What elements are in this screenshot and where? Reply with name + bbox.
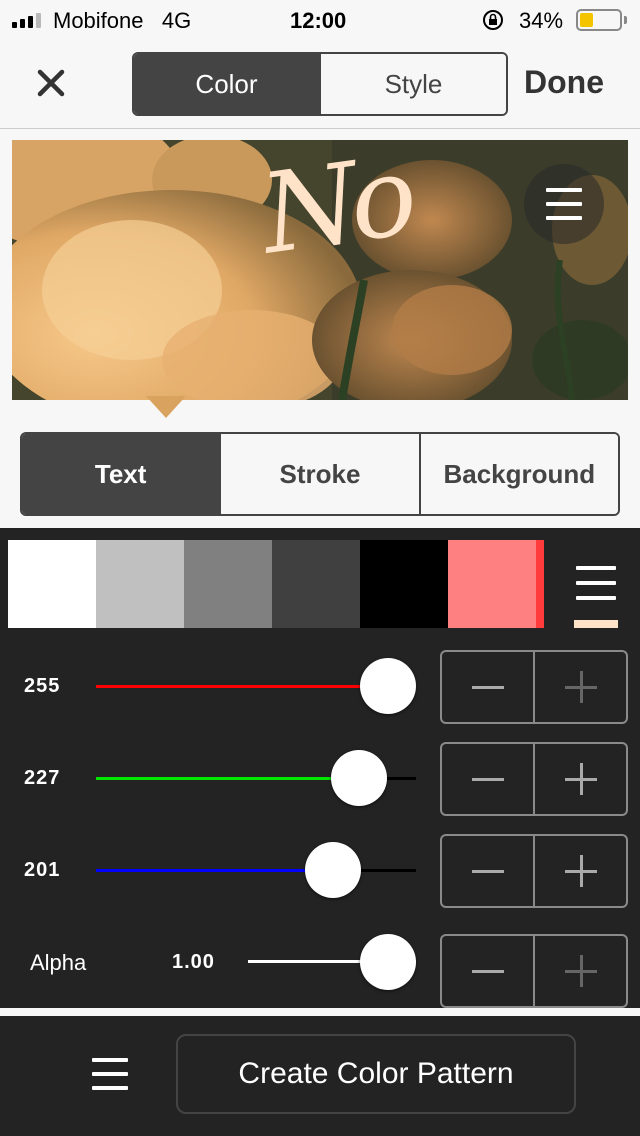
- color-swatch[interactable]: [360, 540, 448, 628]
- current-color-indicator: [574, 620, 618, 628]
- create-color-pattern-button[interactable]: Create Color Pattern: [176, 1034, 576, 1114]
- tab-text[interactable]: Text: [22, 434, 220, 514]
- rotation-lock-icon: [483, 10, 503, 30]
- tab-background[interactable]: Background: [418, 434, 618, 514]
- alpha-increment-button[interactable]: [533, 936, 626, 1006]
- network-label: 4G: [161, 8, 192, 33]
- blue-value: 201: [24, 859, 61, 881]
- battery-percent: 34%: [519, 8, 564, 33]
- green-increment-button[interactable]: [533, 744, 626, 814]
- green-slider-knob[interactable]: [330, 750, 387, 806]
- blue-stepper: [440, 834, 628, 908]
- tab-stroke[interactable]: Stroke: [219, 434, 419, 514]
- mode-segmented-control: Color Style: [132, 52, 508, 116]
- blue-increment-button[interactable]: [533, 836, 626, 906]
- green-decrement-button[interactable]: [442, 744, 533, 814]
- blue-slider-fill[interactable]: [96, 869, 333, 872]
- alpha-slider-knob[interactable]: [360, 934, 416, 990]
- preview-menu-button[interactable]: [524, 164, 604, 244]
- close-icon[interactable]: [36, 68, 66, 98]
- done-button[interactable]: Done: [524, 64, 604, 101]
- alpha-decrement-button[interactable]: [442, 936, 533, 1006]
- alpha-value: 1.00: [172, 951, 215, 973]
- red-stepper: [440, 650, 628, 724]
- color-swatch[interactable]: [272, 540, 360, 628]
- preview-pointer: [146, 396, 186, 418]
- blue-slider-knob[interactable]: [304, 842, 361, 898]
- menu-icon[interactable]: [576, 566, 616, 600]
- alpha-label: Alpha: [30, 950, 87, 975]
- red-slider-fill[interactable]: [96, 685, 388, 688]
- tab-style[interactable]: Style: [319, 54, 506, 114]
- alpha-stepper: [440, 934, 628, 1008]
- menu-icon[interactable]: [92, 1058, 128, 1090]
- color-swatch[interactable]: [448, 540, 536, 628]
- green-slider-fill[interactable]: [96, 777, 359, 780]
- color-target-tabs: Text Stroke Background: [20, 432, 620, 516]
- signal-icon: [12, 13, 41, 28]
- red-value: 255: [24, 675, 61, 697]
- clock: 12:00: [290, 8, 347, 33]
- red-slider-knob[interactable]: [360, 658, 416, 714]
- preview-text[interactable]: No: [254, 131, 417, 278]
- color-swatch[interactable]: [96, 540, 184, 628]
- selected-swatch-indicator: [536, 540, 544, 628]
- color-swatch[interactable]: [184, 540, 272, 628]
- red-increment-button[interactable]: [533, 652, 626, 722]
- carrier-label: Mobifone 4G: [53, 8, 192, 33]
- color-swatch[interactable]: [8, 540, 96, 628]
- battery-icon: [576, 9, 622, 31]
- green-value: 227: [24, 767, 61, 789]
- battery-nub: [624, 16, 627, 24]
- tab-color[interactable]: Color: [134, 54, 319, 114]
- green-stepper: [440, 742, 628, 816]
- nav-divider: [0, 128, 640, 129]
- red-decrement-button[interactable]: [442, 652, 533, 722]
- blue-decrement-button[interactable]: [442, 836, 533, 906]
- menu-icon: [546, 188, 582, 220]
